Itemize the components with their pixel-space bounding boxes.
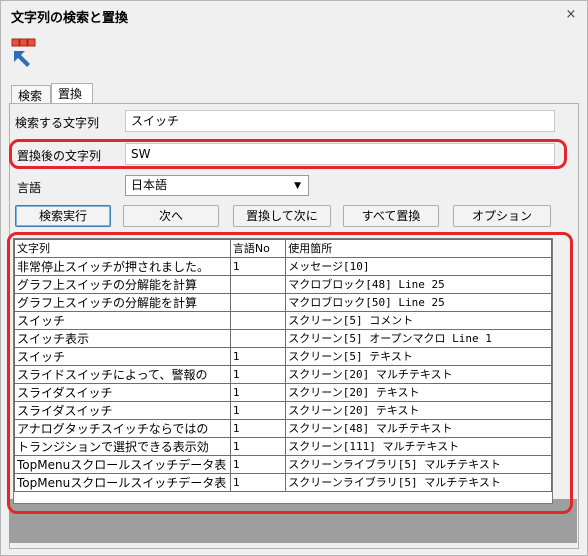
search-execute-button[interactable]: 検索実行	[15, 205, 111, 227]
title-bar: 文字列の検索と置換 ×	[1, 1, 587, 29]
tab-search[interactable]: 検索	[11, 85, 51, 103]
replace-next-button[interactable]: 置換して次に	[233, 205, 331, 227]
language-label: 言語	[17, 181, 42, 195]
pick-screen-icon[interactable]	[11, 37, 37, 71]
tab-replace[interactable]: 置換	[51, 83, 93, 103]
search-input[interactable]: スイッチ	[125, 110, 555, 132]
results-highlight	[7, 232, 573, 514]
replace-all-button[interactable]: すべて置換	[343, 205, 439, 227]
replace-string-label: 置換後の文字列	[17, 149, 102, 163]
close-icon[interactable]: ×	[563, 7, 579, 23]
replace-input[interactable]: SW	[125, 143, 555, 165]
window-title: 文字列の検索と置換	[11, 11, 129, 26]
search-string-label: 検索する文字列	[15, 116, 100, 130]
find-replace-dialog: 文字列の検索と置換 × 検索 置換 検索する文字列 スイッチ 置換後の文字列 S…	[0, 0, 588, 556]
next-button[interactable]: 次へ	[123, 205, 219, 227]
language-selected-value: 日本語	[131, 178, 168, 192]
language-select[interactable]: 日本語 ▼	[125, 175, 309, 196]
options-button[interactable]: オプション	[453, 205, 551, 227]
chevron-down-icon: ▼	[294, 181, 301, 191]
